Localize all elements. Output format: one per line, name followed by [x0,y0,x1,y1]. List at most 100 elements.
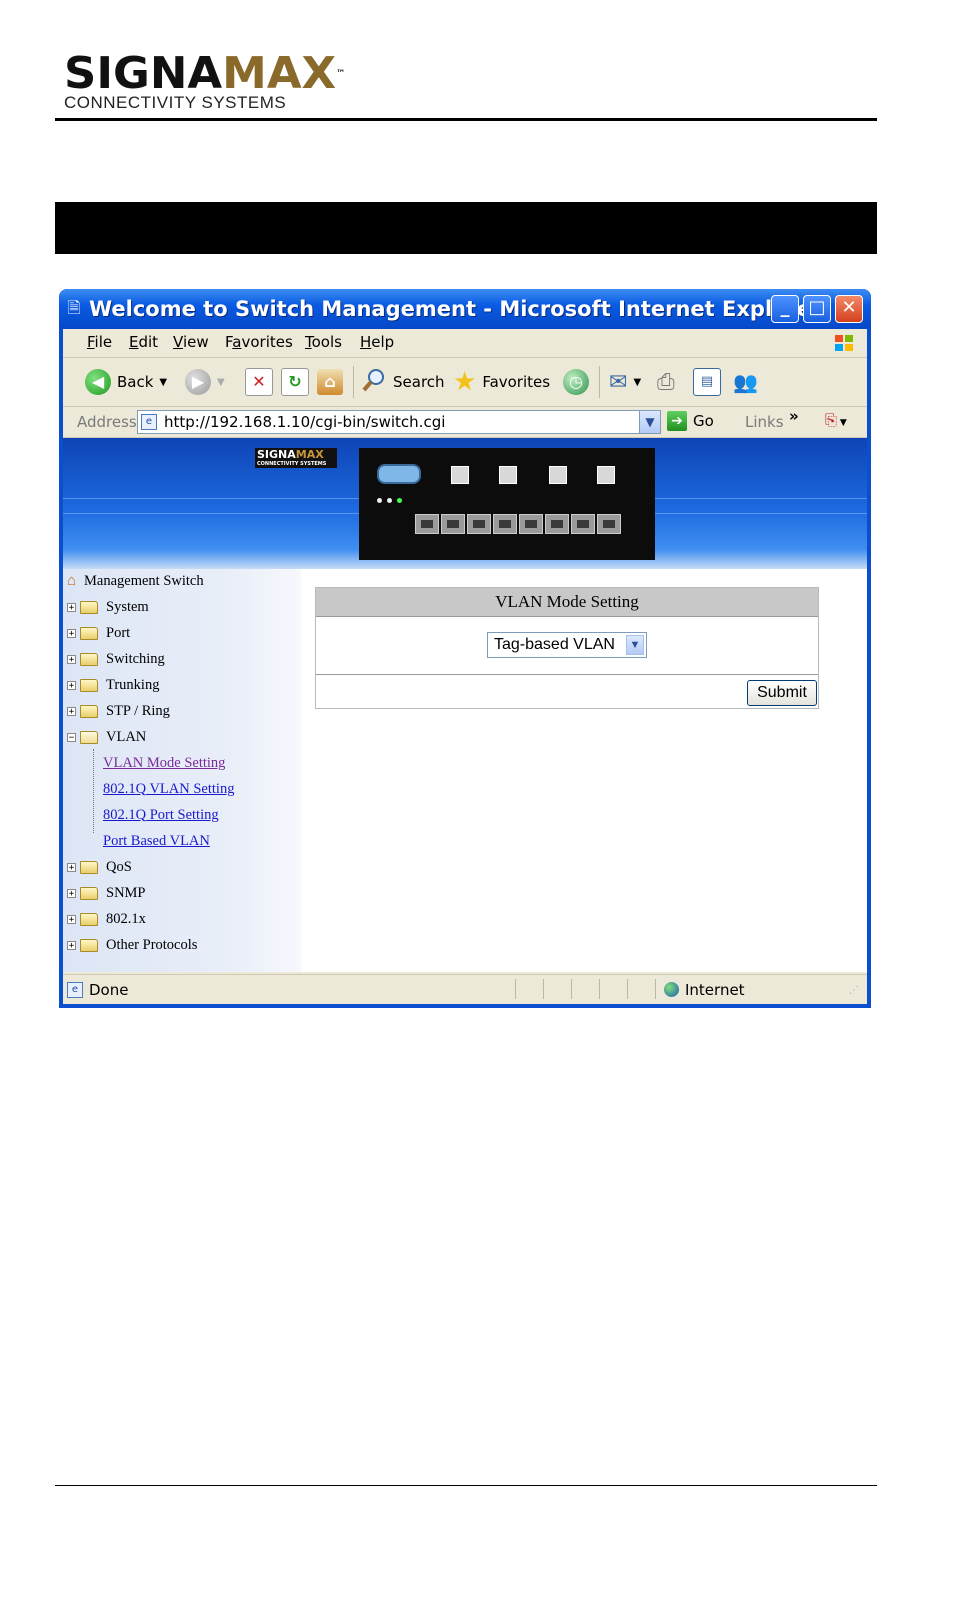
status-bar: e Done Internet ⋰ [63,974,867,1003]
back-arrow-icon: ◀ [85,369,111,395]
banner-logo: SIGNAMAX CONNECTIVITY SYSTEMS [255,448,337,468]
forward-button[interactable]: ▶ ▼ [185,368,225,396]
links-chevron-icon[interactable]: » [789,407,799,425]
nav-tree: ⌂ Management Switch + System + Port + Switc… [63,569,301,972]
expand-icon[interactable]: + [67,628,76,638]
address-dropdown-icon[interactable]: ▼ [639,411,660,433]
folder-icon [80,912,98,926]
menu-edit[interactable]: Edit [129,333,158,351]
menu-favorites[interactable]: Favorites [225,333,293,351]
close-button[interactable]: ✕ [835,295,863,323]
tree-item-other-protocols[interactable]: + Other Protocols [67,934,197,956]
tree-connector [93,749,95,833]
tree-item-port[interactable]: + Port [67,622,130,644]
tree-item-8021x[interactable]: +802.1x [67,908,146,930]
expand-icon[interactable]: + [67,680,76,690]
console-port [377,464,421,484]
tree-item-vlan[interactable]: − VLAN [67,726,146,748]
messenger-button[interactable]: 👥 [733,368,758,396]
search-label: Search [393,373,445,391]
expand-icon[interactable]: + [67,706,76,716]
go-button[interactable]: ➔ Go [667,411,714,431]
ethernet-port [519,514,543,534]
link-vlan-mode-setting[interactable]: VLAN Mode Setting [103,752,225,774]
ethernet-port [597,514,621,534]
tree-item-trunking[interactable]: + Trunking [67,674,159,696]
tree-item-label: Trunking [106,676,160,693]
history-icon: ◷ [563,369,589,395]
banner-logo-sub: CONNECTIVITY SYSTEMS [257,461,327,467]
tree-item-label: VLAN [106,728,147,745]
acrobat-icon[interactable]: ⎘ ▼ [825,411,847,429]
link-8021q-port-setting[interactable]: 802.1Q Port Setting [103,804,219,826]
edit-button[interactable]: ▤ [693,368,721,396]
links-label[interactable]: Links [745,413,784,431]
stop-icon: ✕ [245,368,273,396]
ethernet-port [415,514,439,534]
expand-icon[interactable]: + [67,862,76,872]
favorites-button[interactable]: ★ Favorites [453,368,550,396]
history-button[interactable]: ◷ [563,368,589,396]
status-text: Done [89,981,129,999]
link-port-based-vlan[interactable]: Port Based VLAN [103,830,210,852]
tree-item-label: Other Protocols [106,936,198,953]
internet-zone-icon [664,982,679,997]
menu-help[interactable]: Help [360,333,394,351]
sfp-port [549,466,567,484]
folder-icon [80,626,98,640]
favorites-label: Favorites [482,373,551,391]
search-button[interactable]: Search [361,368,445,396]
tree-item-stp-ring[interactable]: + STP / Ring [67,700,170,722]
menu-file[interactable]: File [87,333,112,351]
menu-bar: File Edit View Favorites Tools Help [63,329,867,358]
resize-grip-icon[interactable]: ⋰ [849,985,859,996]
expand-icon[interactable]: + [67,602,76,612]
folder-icon [80,600,98,614]
tree-item-label: SNMP [106,884,146,901]
address-input[interactable]: http://192.168.1.10/cgi-bin/switch.cgi [137,410,661,434]
ethernet-port [571,514,595,534]
vlan-mode-panel: VLAN Mode Setting Tag-based VLAN ▼ Submi… [315,587,819,709]
page-icon: e [141,414,157,430]
status-separator [571,979,572,999]
print-button[interactable]: ⎙ [657,368,675,396]
minimize-button[interactable]: _ [771,295,799,323]
link-8021q-vlan-setting[interactable]: 802.1Q VLAN Setting [103,778,234,800]
chevron-down-icon[interactable]: ▼ [626,635,644,655]
ie-page-icon: 🗎 [67,298,81,317]
tree-root-label: Management Switch [84,572,204,589]
expand-icon[interactable]: + [67,940,76,950]
expand-icon[interactable]: + [67,914,76,924]
menu-tools[interactable]: Tools [305,333,342,351]
collapse-icon[interactable]: − [67,732,76,742]
ie-window: 🗎 Welcome to Switch Management - Microso… [59,289,871,1008]
stop-button[interactable]: ✕ [245,368,273,396]
expand-icon[interactable]: + [67,654,76,664]
window-title: Welcome to Switch Management - Microsoft… [89,297,822,321]
logo-brand-b: MAX [222,48,337,99]
expand-icon[interactable]: + [67,888,76,898]
tree-item-snmp[interactable]: + SNMP [67,882,146,904]
menu-view[interactable]: View [173,333,209,351]
top-rule [55,118,877,121]
back-dropdown-icon[interactable]: ▼ [159,377,167,388]
back-button[interactable]: ◀ Back ▼ [85,368,167,396]
maximize-button[interactable]: □ [803,295,831,323]
address-label: Address [77,413,137,431]
banner-logo-a: SIGNA [257,448,296,461]
vlan-mode-select[interactable]: Tag-based VLAN ▼ [487,632,647,658]
tree-item-qos[interactable]: + QoS [67,856,132,878]
mail-button[interactable]: ✉ ▼ [609,368,641,396]
forward-dropdown-icon: ▼ [217,376,225,388]
tree-item-label: QoS [106,858,132,875]
folder-icon [80,860,98,874]
tree-item-switching[interactable]: + Switching [67,648,165,670]
submit-button[interactable]: Submit [747,680,817,706]
folder-icon [80,938,98,952]
tree-root[interactable]: ⌂ Management Switch [67,570,204,592]
status-separator [515,979,516,999]
tree-item-system[interactable]: + System [67,596,149,618]
home-button[interactable]: ⌂ [317,368,343,396]
refresh-button[interactable]: ↻ [281,368,309,396]
tree-item-label: 802.1x [106,910,146,927]
